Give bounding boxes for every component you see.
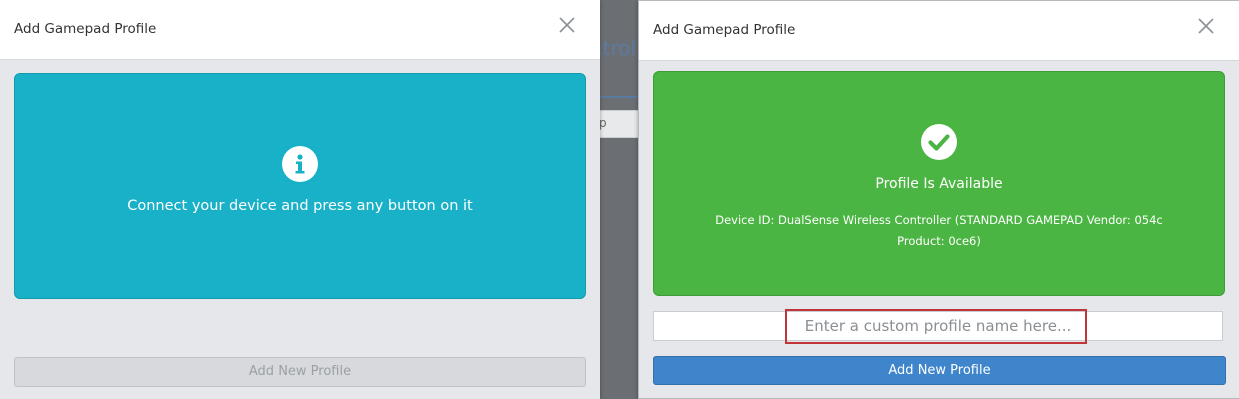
profile-name-input[interactable]: [653, 311, 1223, 341]
add-new-profile-button[interactable]: Add New Profile: [653, 356, 1226, 385]
dialog-title: Add Gamepad Profile: [14, 21, 157, 37]
info-icon: [282, 146, 318, 182]
dialog-title: Add Gamepad Profile: [653, 22, 796, 38]
add-gamepad-dialog-waiting: Add Gamepad Profile Connect your device …: [0, 0, 600, 399]
add-new-profile-button-disabled[interactable]: Add New Profile: [14, 357, 586, 387]
connect-device-message: Connect your device and press any button…: [127, 198, 473, 214]
dialog-header: Add Gamepad Profile: [0, 0, 600, 60]
close-icon[interactable]: [1195, 15, 1217, 37]
background-partial-box: p: [596, 110, 640, 138]
profile-available-panel: Profile Is Available Device ID: DualSens…: [653, 71, 1225, 296]
connect-device-panel: Connect your device and press any button…: [14, 73, 586, 299]
background-partial-box-text: p: [599, 116, 607, 130]
close-icon[interactable]: [556, 14, 578, 36]
background-underline: [600, 96, 638, 98]
check-circle-icon: [921, 124, 957, 160]
dialog-header: Add Gamepad Profile: [639, 1, 1239, 61]
device-id-text: Device ID: DualSense Wireless Controller…: [715, 213, 1163, 248]
profile-available-title: Profile Is Available: [875, 176, 1003, 192]
add-gamepad-dialog-detected: Add Gamepad Profile Profile Is Available…: [638, 0, 1239, 399]
